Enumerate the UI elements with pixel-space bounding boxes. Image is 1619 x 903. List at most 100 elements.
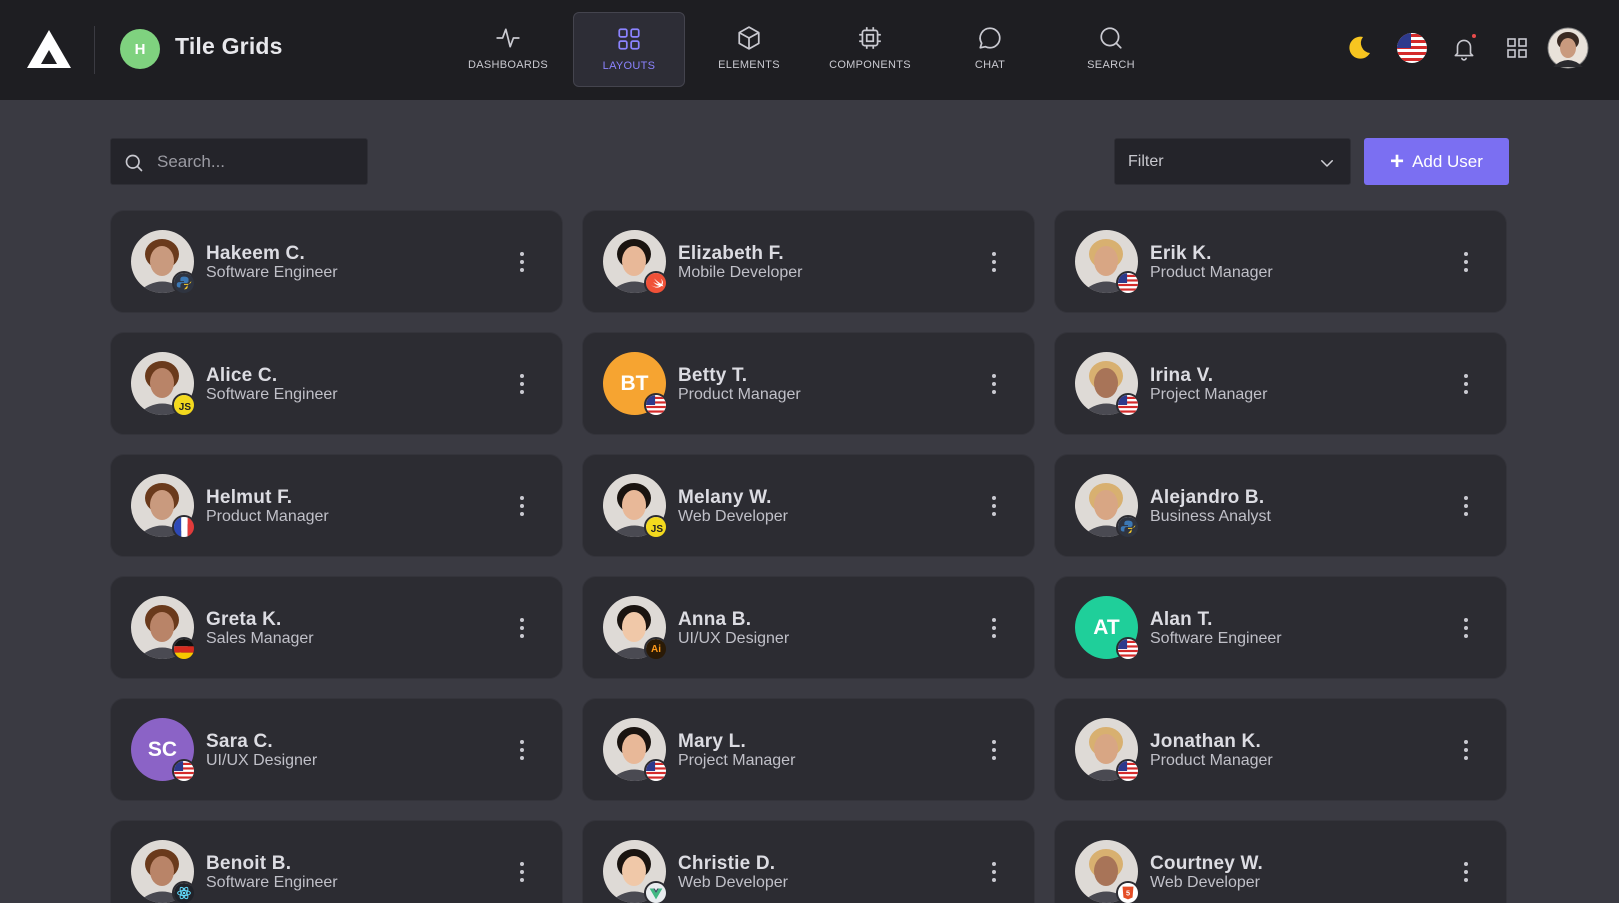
search-input[interactable] [157,139,357,184]
user-card[interactable]: Hakeem C. Software Engineer [110,210,563,313]
user-card[interactable]: BT Betty T. Product Manager [582,332,1035,435]
user-avatar[interactable] [1547,27,1589,69]
user-avatar[interactable] [603,840,668,903]
user-avatar[interactable]: JS [131,352,196,417]
user-card[interactable]: Alejandro B. Business Analyst [1054,454,1507,557]
more-options-icon[interactable] [512,491,532,521]
more-options-icon[interactable] [1456,491,1476,521]
user-card[interactable]: Helmut F. Product Manager [110,454,563,557]
more-options-icon[interactable] [984,247,1004,277]
user-card[interactable]: AT Alan T. Software Engineer [1054,576,1507,679]
user-name[interactable]: Benoit B. [206,853,291,875]
user-avatar[interactable] [603,230,668,295]
notifications-button[interactable] [1447,31,1481,65]
language-button[interactable] [1395,31,1429,65]
more-options-icon[interactable] [984,735,1004,765]
user-name[interactable]: Jonathan K. [1150,731,1261,753]
user-card[interactable]: Ai Anna B. UI/UX Designer [582,576,1035,679]
user-avatar[interactable] [131,596,196,661]
user-name[interactable]: Betty T. [678,365,747,387]
user-card[interactable]: SC Sara C. UI/UX Designer [110,698,563,801]
user-card[interactable]: Irina V. Project Manager [1054,332,1507,435]
more-options-icon[interactable] [512,857,532,887]
filter-dropdown[interactable]: Filter [1114,138,1351,185]
app-logo-icon[interactable] [26,29,72,69]
user-name[interactable]: Elizabeth F. [678,243,784,265]
more-options-icon[interactable] [984,613,1004,643]
more-options-icon[interactable] [1456,369,1476,399]
project-avatar[interactable]: H [120,29,160,69]
user-card[interactable]: Jonathan K. Product Manager [1054,698,1507,801]
more-options-icon[interactable] [1456,735,1476,765]
user-role: Product Manager [1150,264,1273,281]
user-avatar[interactable] [131,840,196,903]
user-name[interactable]: Greta K. [206,609,282,631]
filter-label: Filter [1128,153,1164,170]
more-options-icon[interactable] [512,735,532,765]
add-user-button[interactable]: + Add User [1364,138,1509,185]
nav-dashboards[interactable]: DASHBOARDS [452,12,564,87]
user-avatar[interactable] [603,718,668,783]
vue-icon [644,881,668,903]
more-options-icon[interactable] [512,369,532,399]
nav-components[interactable]: COMPONENTS [814,12,926,87]
nav-elements[interactable]: ELEMENTS [693,12,805,87]
more-options-icon[interactable] [1456,613,1476,643]
user-avatar[interactable] [1075,474,1140,539]
user-card[interactable]: Christie D. Web Developer [582,820,1035,903]
nav-layouts[interactable]: LAYOUTS [573,12,685,87]
user-name[interactable]: Hakeem C. [206,243,305,265]
more-options-icon[interactable] [512,247,532,277]
more-options-icon[interactable] [1456,857,1476,887]
more-options-icon[interactable] [984,369,1004,399]
more-options-icon[interactable] [512,613,532,643]
user-avatar[interactable]: BT [603,352,668,417]
user-card[interactable]: Mary L. Project Manager [582,698,1035,801]
user-role: Web Developer [678,874,788,891]
user-card[interactable]: Greta K. Sales Manager [110,576,563,679]
user-avatar[interactable] [1075,718,1140,783]
user-name[interactable]: Mary L. [678,731,746,753]
user-card[interactable]: Elizabeth F. Mobile Developer [582,210,1035,313]
dot [520,870,524,874]
more-options-icon[interactable] [984,491,1004,521]
nav-label: DASHBOARDS [467,59,549,71]
dot [992,496,996,500]
user-name[interactable]: Alice C. [206,365,277,387]
user-card[interactable]: 5 Courtney W. Web Developer [1054,820,1507,903]
user-name[interactable]: Courtney W. [1150,853,1263,875]
nav-search[interactable]: SEARCH [1055,12,1167,87]
user-name[interactable]: Alejandro B. [1150,487,1264,509]
user-avatar[interactable]: SC [131,718,196,783]
more-options-icon[interactable] [984,857,1004,887]
user-name[interactable]: Alan T. [1150,609,1213,631]
apps-button[interactable] [1500,31,1534,65]
user-name[interactable]: Erik K. [1150,243,1212,265]
search-box [110,138,368,185]
svg-text:5: 5 [1126,889,1130,898]
user-card[interactable]: Benoit B. Software Engineer [110,820,563,903]
user-card[interactable]: JS Melany W. Web Developer [582,454,1035,557]
user-avatar[interactable]: Ai [603,596,668,661]
user-card[interactable]: JS Alice C. Software Engineer [110,332,563,435]
user-avatar[interactable]: AT [1075,596,1140,661]
user-avatar[interactable] [1075,352,1140,417]
user-name[interactable]: Helmut F. [206,487,292,509]
dot [992,878,996,882]
user-card[interactable]: Erik K. Product Manager [1054,210,1507,313]
user-avatar[interactable] [1075,230,1140,295]
more-options-icon[interactable] [1456,247,1476,277]
user-avatar[interactable] [131,474,196,539]
user-avatar[interactable]: 5 [1075,840,1140,903]
nav-chat[interactable]: CHAT [934,12,1046,87]
user-avatar[interactable]: JS [603,474,668,539]
us-flag-icon [1116,759,1140,783]
user-name[interactable]: Melany W. [678,487,772,509]
user-avatar[interactable] [131,230,196,295]
moon-icon [1349,36,1370,59]
user-name[interactable]: Irina V. [1150,365,1213,387]
theme-toggle-button[interactable] [1342,31,1376,65]
user-name[interactable]: Anna B. [678,609,751,631]
user-name[interactable]: Christie D. [678,853,775,875]
user-name[interactable]: Sara C. [206,731,273,753]
